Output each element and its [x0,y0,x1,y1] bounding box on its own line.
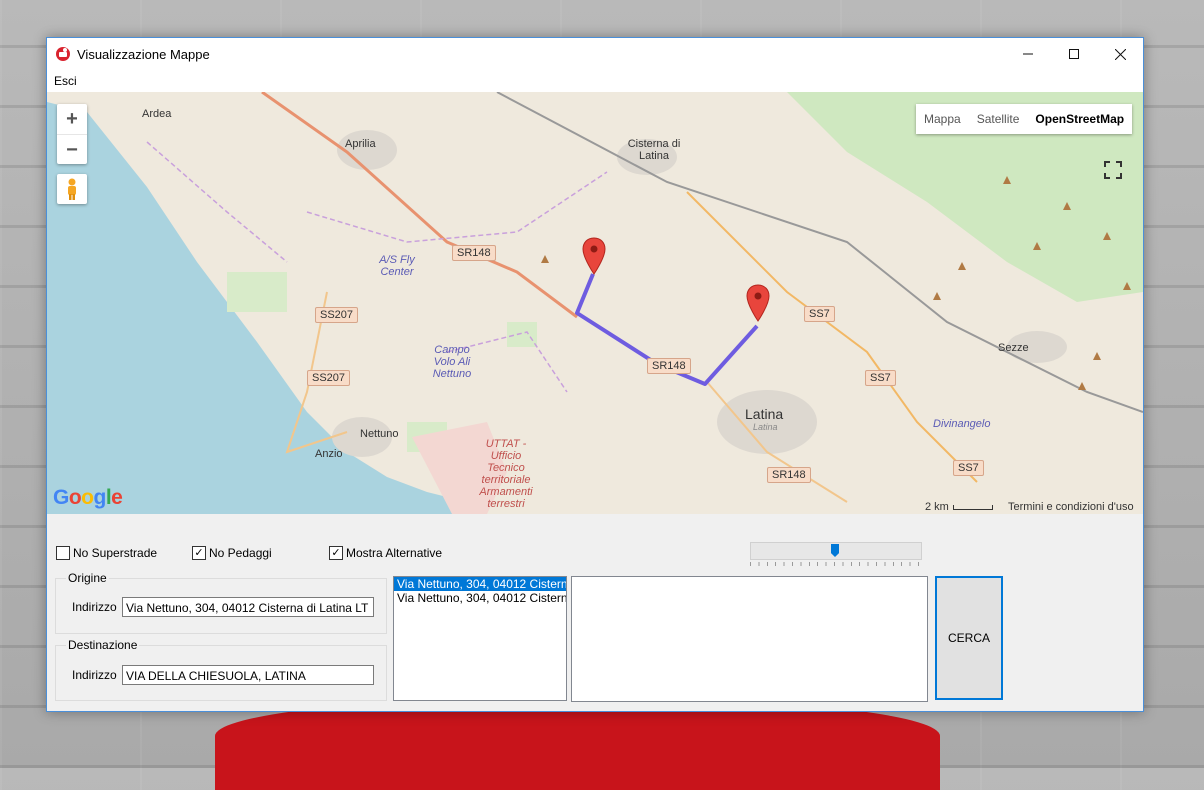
place-divinangelo: Divinangelo [933,418,991,430]
origine-legend: Origine [66,571,109,585]
close-icon [1114,48,1126,60]
fullscreen-icon [1104,161,1122,179]
place-ardea: Ardea [142,108,172,120]
route-slider[interactable] [750,542,922,560]
controls-panel: No Superstrade ✓ No Pedaggi ✓ Mostra Alt… [47,514,1143,711]
map-type-openstreetmap[interactable]: OpenStreetMap [1027,104,1132,134]
origine-address-label: Indirizzo [72,600,117,614]
zoom-control: + − [57,104,87,164]
terms-link[interactable]: Termini e condizioni d'uso [1008,501,1134,513]
destinazione-address-input[interactable]: VIA DELLA CHIESUOLA, LATINA [122,665,374,685]
destinazione-legend: Destinazione [66,638,140,652]
road-ss207-a: SS207 [315,307,359,323]
details-textbox[interactable] [571,576,928,702]
map-canvas [47,92,1143,514]
close-button[interactable] [1097,38,1143,70]
results-listbox[interactable]: Via Nettuno, 304, 04012 Cisterna di Lati… [393,576,567,701]
place-latina: Latina [745,406,784,422]
menu-esci[interactable]: Esci [54,74,77,88]
list-item[interactable]: Via Nettuno, 304, 04012 Cisterna di Lati… [394,591,566,605]
map-type-satellite[interactable]: Satellite [969,104,1028,134]
scale-bar [952,504,993,510]
pegman-icon [68,178,76,200]
road-ss7-a: SS7 [804,306,835,322]
destinazione-address-label: Indirizzo [72,668,117,682]
road-sr148-c: SR148 [767,467,811,483]
place-nettuno: Nettuno [360,428,399,440]
checkmark-icon: ✓ [192,546,206,560]
checkbox-label: No Superstrade [73,546,158,560]
menu-bar: Esci [47,70,1143,92]
no-pedaggi-checkbox[interactable]: ✓ No Pedaggi [192,546,272,560]
checkmark-icon: ✓ [329,546,343,560]
minimize-icon [1023,53,1033,55]
place-sezze: Sezze [998,342,1029,354]
slider-ticks [750,562,920,566]
road-ss7-c: SS7 [953,460,984,476]
fullscreen-button[interactable] [1100,157,1126,183]
list-item[interactable]: Via Nettuno, 304, 04012 Cisterna di Lati… [394,577,566,591]
place-fly-center: A/S Fly Center [379,254,415,278]
checkbox-label: Mostra Alternative [346,546,443,560]
place-campo-volo: Campo Volo Ali Nettuno [432,344,472,380]
zoom-out-button[interactable]: − [57,134,87,165]
zoom-in-button[interactable]: + [57,104,87,134]
origine-group: Origine Indirizzo Via Nettuno, 304, 0401… [55,571,387,634]
no-superstrade-checkbox[interactable]: No Superstrade [56,546,157,560]
checkbox-box [56,546,70,560]
destination-marker-icon[interactable] [746,284,770,322]
mostra-alternative-checkbox[interactable]: ✓ Mostra Alternative [329,546,442,560]
place-uttat: UTTAT - Ufficio Tecnico territoriale Arm… [479,438,533,510]
background-person-shirt [215,700,940,790]
window-title: Visualizzazione Mappe [77,47,210,62]
origin-marker-icon[interactable] [582,237,606,275]
title-bar: Visualizzazione Mappe [47,38,1143,70]
slider-thumb[interactable] [831,544,839,557]
scale-label: 2 km [925,501,949,513]
map-scale: 2 km [925,501,993,513]
maximize-icon [1069,49,1079,59]
map-view[interactable]: Ardea Aprilia Cisterna di Latina Latina … [47,92,1143,514]
origine-address-input[interactable]: Via Nettuno, 304, 04012 Cisterna di Lati… [122,597,374,617]
app-window: Visualizzazione Mappe Esci Ardea Aprilia… [46,37,1144,712]
cerca-button[interactable]: CERCA [935,576,1003,700]
map-type-control: Mappa Satellite OpenStreetMap [916,104,1133,134]
road-ss7-b: SS7 [865,370,896,386]
destinazione-group: Destinazione Indirizzo VIA DELLA CHIESUO… [55,638,387,701]
minimize-button[interactable] [1005,38,1051,70]
place-anzio: Anzio [315,448,343,460]
place-latina-small: Latina [753,422,778,432]
google-logo: Google [53,486,123,509]
street-view-pegman[interactable] [57,174,87,204]
checkbox-label: No Pedaggi [209,546,272,560]
place-cisterna: Cisterna di Latina [627,138,681,162]
map-type-mappa[interactable]: Mappa [916,104,969,134]
road-ss207-b: SS207 [307,370,351,386]
road-sr148-a: SR148 [452,245,496,261]
road-sr148-b: SR148 [647,358,691,374]
place-aprilia: Aprilia [345,138,376,150]
app-icon [56,47,70,61]
maximize-button[interactable] [1051,38,1097,70]
